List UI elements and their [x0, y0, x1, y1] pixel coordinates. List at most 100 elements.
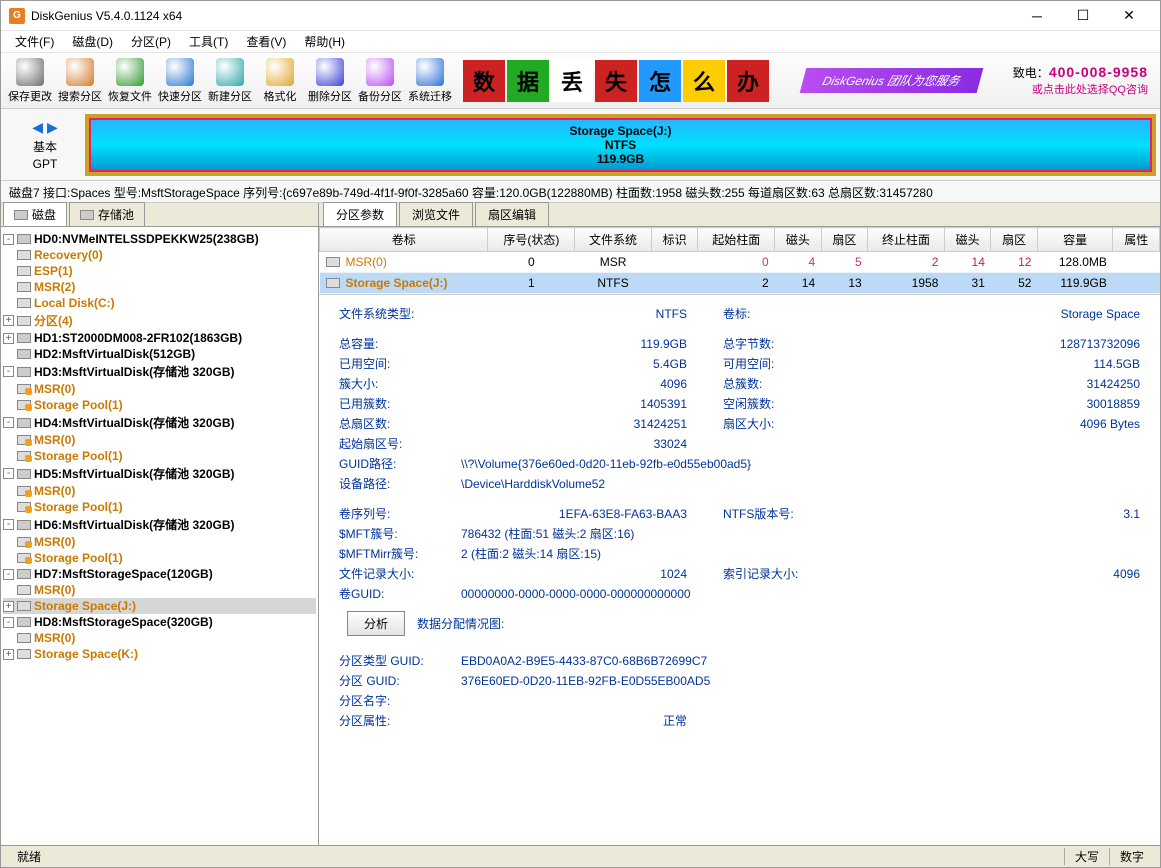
- maximize-button[interactable]: ☐: [1060, 1, 1106, 31]
- tree-node[interactable]: -HD3:MsftVirtualDisk(存储池 320GB): [3, 362, 316, 381]
- tree-node[interactable]: -HD8:MsftStorageSpace(320GB): [3, 614, 316, 630]
- col-header[interactable]: 磁头: [944, 228, 991, 252]
- detail-value: 114.5GB: [831, 355, 1144, 373]
- tree-node[interactable]: Storage Pool(1): [3, 499, 316, 515]
- tbtn-系统迁移[interactable]: 系统迁移: [405, 55, 455, 107]
- expander-icon[interactable]: +: [3, 315, 14, 326]
- tbtn-搜索分区[interactable]: 搜索分区: [55, 55, 105, 107]
- expander-icon[interactable]: -: [3, 417, 14, 428]
- expander-icon[interactable]: +: [3, 333, 14, 344]
- col-header[interactable]: 终止柱面: [868, 228, 945, 252]
- col-header[interactable]: 序号(状态): [488, 228, 575, 252]
- col-header[interactable]: 容量: [1037, 228, 1112, 252]
- tree-node[interactable]: +分区(4): [3, 311, 316, 330]
- expander-icon[interactable]: -: [3, 569, 14, 580]
- tree-node[interactable]: -HD7:MsftStorageSpace(120GB): [3, 566, 316, 582]
- expander-icon[interactable]: -: [3, 617, 14, 628]
- rtab-2[interactable]: 扇区编辑: [475, 202, 549, 226]
- disk-tree[interactable]: -HD0:NVMeINTELSSDPEKKW25(238GB)Recovery(…: [1, 227, 318, 845]
- tree-node[interactable]: -HD4:MsftVirtualDisk(存储池 320GB): [3, 413, 316, 432]
- tree-node[interactable]: Storage Pool(1): [3, 448, 316, 464]
- col-header[interactable]: 标识: [651, 228, 698, 252]
- detail-key: 空闲簇数:: [719, 395, 829, 413]
- tbtn-新建分区[interactable]: 新建分区: [205, 55, 255, 107]
- tbtn-快速分区[interactable]: 快速分区: [155, 55, 205, 107]
- tree-node[interactable]: HD2:MsftVirtualDisk(512GB): [3, 346, 316, 362]
- tbtn-备份分区[interactable]: 备份分区: [355, 55, 405, 107]
- tbtn-恢复文件[interactable]: 恢复文件: [105, 55, 155, 107]
- table-row[interactable]: Storage Space(J:)1NTFS2141319583152119.9…: [320, 273, 1160, 294]
- tree-node[interactable]: MSR(0): [3, 582, 316, 598]
- tree-node[interactable]: Storage Pool(1): [3, 397, 316, 413]
- toolbar-label: 备份分区: [358, 88, 402, 104]
- detail-value: [831, 435, 1144, 453]
- tree-node[interactable]: +Storage Space(K:): [3, 646, 316, 662]
- tree-node[interactable]: MSR(0): [3, 381, 316, 397]
- expander-icon[interactable]: -: [3, 468, 14, 479]
- disk-icon: [17, 418, 31, 428]
- menu-分区(P)[interactable]: 分区(P): [123, 31, 179, 52]
- tbtn-保存更改[interactable]: 保存更改: [5, 55, 55, 107]
- promo-phone[interactable]: 400-008-9958: [1049, 64, 1148, 80]
- detail-key: 分区类型 GUID:: [335, 652, 455, 670]
- toolbar: 保存更改搜索分区恢复文件快速分区新建分区格式化删除分区备份分区系统迁移 数据丢失…: [1, 53, 1160, 109]
- toolbar-label: 系统迁移: [408, 88, 452, 104]
- table-row[interactable]: MSR(0)0MSR04521412128.0MB: [320, 252, 1160, 273]
- nav-arrows[interactable]: ◀ ▶: [32, 119, 57, 136]
- tree-node[interactable]: Local Disk(C:): [3, 295, 316, 311]
- menu-帮助(H)[interactable]: 帮助(H): [296, 31, 353, 52]
- menu-磁盘(D)[interactable]: 磁盘(D): [64, 31, 121, 52]
- expander-icon[interactable]: -: [3, 234, 14, 245]
- expander-icon[interactable]: -: [3, 366, 14, 377]
- tree-node[interactable]: +Storage Space(J:): [3, 598, 316, 614]
- rtab-1[interactable]: 浏览文件: [399, 202, 473, 226]
- menu-查看(V)[interactable]: 查看(V): [238, 31, 294, 52]
- tree-node[interactable]: Recovery(0): [3, 247, 316, 263]
- tbtn-格式化[interactable]: 格式化: [255, 55, 305, 107]
- partition-strip[interactable]: Storage Space(J:) NTFS 119.9GB: [89, 118, 1152, 172]
- col-header[interactable]: 起始柱面: [698, 228, 775, 252]
- tab-pools[interactable]: 存储池: [69, 202, 145, 226]
- expander-icon[interactable]: +: [3, 649, 14, 660]
- disk-icon: [14, 210, 28, 220]
- tree-node[interactable]: Storage Pool(1): [3, 550, 316, 566]
- tree-node[interactable]: +HD1:ST2000DM008-2FR102(1863GB): [3, 330, 316, 346]
- disk-map[interactable]: Storage Space(J:) NTFS 119.9GB: [85, 114, 1156, 176]
- col-header[interactable]: 属性: [1113, 228, 1160, 252]
- tree-node[interactable]: MSR(0): [3, 483, 316, 499]
- promo-char: 办: [727, 60, 769, 102]
- col-header[interactable]: 文件系统: [575, 228, 652, 252]
- col-header[interactable]: 卷标: [320, 228, 488, 252]
- rtab-0[interactable]: 分区参数: [323, 202, 397, 226]
- menu-文件(F)[interactable]: 文件(F): [7, 31, 62, 52]
- tree-node[interactable]: MSR(0): [3, 534, 316, 550]
- col-header[interactable]: 扇区: [821, 228, 868, 252]
- disk-icon: [17, 520, 31, 530]
- close-button[interactable]: ✕: [1106, 1, 1152, 31]
- tbtn-删除分区[interactable]: 删除分区: [305, 55, 355, 107]
- tree-node[interactable]: MSR(0): [3, 432, 316, 448]
- detail-key: 起始扇区号:: [335, 435, 455, 453]
- titlebar: G DiskGenius V5.4.0.1124 x64 ─ ☐ ✕: [1, 1, 1160, 31]
- vol-icon: [17, 282, 31, 292]
- tree-node[interactable]: -HD0:NVMeINTELSSDPEKKW25(238GB): [3, 231, 316, 247]
- col-header[interactable]: 磁头: [775, 228, 822, 252]
- tree-label: MSR(0): [34, 631, 75, 645]
- partition-grid[interactable]: 卷标序号(状态)文件系统标识起始柱面磁头扇区终止柱面磁头扇区容量属性MSR(0)…: [319, 227, 1160, 295]
- tree-label: MSR(2): [34, 280, 75, 294]
- detail-value: [457, 692, 717, 710]
- tree-node[interactable]: MSR(0): [3, 630, 316, 646]
- expander-icon[interactable]: +: [3, 601, 14, 612]
- promo-qq-link[interactable]: 或点击此处选择QQ咨询: [1013, 81, 1148, 97]
- tree-node[interactable]: ESP(1): [3, 263, 316, 279]
- col-header[interactable]: 扇区: [991, 228, 1038, 252]
- tab-disks[interactable]: 磁盘: [3, 202, 67, 226]
- menu-工具(T)[interactable]: 工具(T): [181, 31, 236, 52]
- detail-key: 文件系统类型:: [335, 305, 455, 323]
- minimize-button[interactable]: ─: [1014, 1, 1060, 31]
- tree-node[interactable]: -HD6:MsftVirtualDisk(存储池 320GB): [3, 515, 316, 534]
- expander-icon[interactable]: -: [3, 519, 14, 530]
- tree-node[interactable]: MSR(2): [3, 279, 316, 295]
- tree-node[interactable]: -HD5:MsftVirtualDisk(存储池 320GB): [3, 464, 316, 483]
- analyze-button[interactable]: 分析: [347, 611, 405, 636]
